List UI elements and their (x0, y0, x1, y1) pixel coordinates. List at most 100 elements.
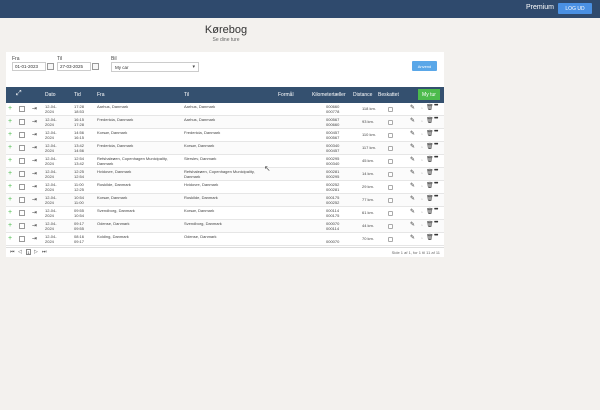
to-date-input[interactable]: 27-03-2025 (57, 62, 91, 71)
row-checkbox[interactable] (19, 132, 25, 138)
sort-icon[interactable]: ⤢ (16, 90, 22, 98)
col-date[interactable]: Dato (45, 92, 56, 98)
taxed-checkbox[interactable] (388, 120, 393, 125)
add-icon[interactable]: + (8, 196, 12, 203)
add-icon[interactable]: + (8, 235, 12, 242)
taxed-checkbox[interactable] (388, 224, 393, 229)
table-row[interactable]: + ⇥ 12-04- 2024 11:00 12:25 Roskilde, Danmark H… (6, 181, 444, 194)
trash-icon[interactable]: 🗑 (426, 196, 434, 203)
more-icon[interactable]: ••• (434, 220, 438, 227)
table-row[interactable]: + ⇥ 12-04- 2024 12:54 13:42 Refshaleøen, Copen… (6, 155, 444, 168)
taxed-checkbox[interactable] (388, 107, 393, 112)
add-icon[interactable]: + (8, 222, 12, 229)
row-checkbox[interactable] (19, 145, 25, 151)
more-icon[interactable]: ••• (434, 207, 438, 214)
logout-button[interactable]: LOG UD (558, 3, 592, 14)
archive-icon[interactable]: ◔ (420, 145, 423, 152)
table-row[interactable]: + ⇥ 12-04- 2024 09:17 09:55 Odense, Danmark Sve… (6, 220, 444, 233)
row-checkbox[interactable] (19, 119, 25, 125)
calendar-icon[interactable] (47, 63, 54, 70)
first-page-icon[interactable]: ⏮ (10, 249, 15, 255)
trash-icon[interactable]: 🗑 (426, 235, 434, 242)
col-purpose[interactable]: Formål (278, 92, 294, 98)
prev-page-icon[interactable]: ◁ (18, 249, 22, 255)
col-time[interactable]: Tid (74, 92, 81, 98)
add-icon[interactable]: + (8, 170, 12, 177)
archive-icon[interactable]: ◔ (420, 171, 423, 178)
pencil-icon[interactable]: ✎ (410, 144, 415, 151)
row-checkbox[interactable] (19, 236, 25, 242)
more-icon[interactable]: ••• (434, 181, 438, 188)
taxed-checkbox[interactable] (388, 159, 393, 164)
premium-label[interactable]: Premium (526, 4, 554, 11)
table-row[interactable]: + ⇥ 12-04- 2024 14:56 16:15 Korsør, Danmark Fre… (6, 129, 444, 142)
pencil-icon[interactable]: ✎ (410, 131, 415, 138)
expand-icon[interactable]: ⇥ (32, 223, 41, 230)
trash-icon[interactable]: 🗑 (426, 157, 434, 164)
taxed-checkbox[interactable] (388, 146, 393, 151)
more-icon[interactable]: ••• (434, 103, 438, 110)
expand-icon[interactable]: ⇥ (32, 145, 41, 152)
archive-icon[interactable]: ◔ (420, 132, 423, 139)
pencil-icon[interactable]: ✎ (410, 105, 415, 112)
row-checkbox[interactable] (19, 106, 25, 112)
table-row[interactable]: + ⇥ 12-04- 2024 12:25 12:54 Hvidovre, Danmark R… (6, 168, 444, 181)
pencil-icon[interactable]: ✎ (410, 118, 415, 125)
pencil-icon[interactable]: ✎ (410, 222, 415, 229)
expand-icon[interactable]: ⇥ (32, 184, 41, 191)
expand-icon[interactable]: ⇥ (32, 171, 41, 178)
more-icon[interactable]: ••• (434, 194, 438, 201)
row-checkbox[interactable] (19, 171, 25, 177)
col-distance[interactable]: Distance (353, 92, 372, 98)
col-to[interactable]: Til (184, 92, 189, 98)
add-icon[interactable]: + (8, 144, 12, 151)
apply-button[interactable]: Anvend (412, 61, 437, 71)
pencil-icon[interactable]: ✎ (410, 209, 415, 216)
table-row[interactable]: + ⇥ 12-04- 2024 10:54 11:00 Korsør, Danmark Ros… (6, 194, 444, 207)
expand-icon[interactable]: ⇥ (32, 210, 41, 217)
row-checkbox[interactable] (19, 223, 25, 229)
more-icon[interactable]: ••• (434, 168, 438, 175)
expand-icon[interactable]: ⇥ (32, 158, 41, 165)
add-icon[interactable]: + (8, 183, 12, 190)
pencil-icon[interactable]: ✎ (410, 235, 415, 242)
pencil-icon[interactable]: ✎ (410, 170, 415, 177)
archive-icon[interactable]: ◔ (420, 184, 423, 191)
col-taxed[interactable]: Beskattet (378, 92, 399, 98)
pencil-icon[interactable]: ✎ (410, 196, 415, 203)
expand-icon[interactable]: ⇥ (32, 119, 41, 126)
last-page-icon[interactable]: ⏭ (42, 249, 47, 255)
taxed-checkbox[interactable] (388, 211, 393, 216)
taxed-checkbox[interactable] (388, 172, 393, 177)
add-icon[interactable]: + (8, 105, 12, 112)
expand-icon[interactable]: ⇥ (32, 197, 41, 204)
table-row[interactable]: + ⇥ 12-04- 2024 16:15 17:28 Fredericia, Danmar… (6, 116, 444, 129)
add-icon[interactable]: + (8, 131, 12, 138)
table-row[interactable]: + ⇥ 12-04- 2024 13:42 14:56 Fredericia, Danmar… (6, 142, 444, 155)
expand-icon[interactable]: ⇥ (32, 236, 41, 243)
next-page-icon[interactable]: ▷ (34, 249, 38, 255)
row-checkbox[interactable] (19, 210, 25, 216)
pencil-icon[interactable]: ✎ (410, 183, 415, 190)
trash-icon[interactable]: 🗑 (426, 131, 434, 138)
my-trip-button[interactable]: My tur (418, 89, 440, 100)
archive-icon[interactable]: ◔ (420, 223, 423, 230)
row-checkbox[interactable] (19, 184, 25, 190)
archive-icon[interactable]: ◔ (420, 119, 423, 126)
taxed-checkbox[interactable] (388, 185, 393, 190)
trash-icon[interactable]: 🗑 (426, 105, 434, 112)
taxed-checkbox[interactable] (388, 237, 393, 242)
archive-icon[interactable]: ◔ (420, 236, 423, 243)
car-select[interactable]: My car ▾ (111, 62, 199, 72)
row-checkbox[interactable] (19, 158, 25, 164)
taxed-checkbox[interactable] (388, 198, 393, 203)
trash-icon[interactable]: 🗑 (426, 118, 434, 125)
trash-icon[interactable]: 🗑 (426, 170, 434, 177)
add-icon[interactable]: + (8, 118, 12, 125)
trash-icon[interactable]: 🗑 (426, 144, 434, 151)
trash-icon[interactable]: 🗑 (426, 209, 434, 216)
archive-icon[interactable]: ◔ (420, 210, 423, 217)
pencil-icon[interactable]: ✎ (410, 157, 415, 164)
more-icon[interactable]: ••• (434, 142, 438, 149)
row-checkbox[interactable] (19, 197, 25, 203)
